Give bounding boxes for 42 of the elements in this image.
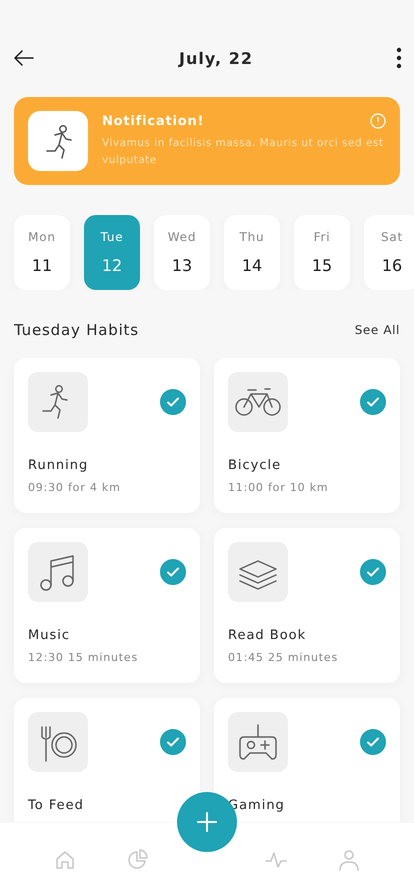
habit-name: Running [28,458,90,473]
check-circle[interactable] [160,729,186,755]
pie-chart-icon [126,848,150,872]
more-icon [396,47,402,69]
check-circle[interactable] [160,559,186,585]
habit-card[interactable]: Bicycle 11:00 for 10 km [214,358,400,513]
habit-card[interactable]: Music 12:30 15 minutes [14,528,200,683]
habit-detail: 09:30 for 4 km [28,481,122,494]
checkmark-icon [366,735,380,749]
habit-detail: 12:30 15 minutes [28,651,140,664]
habit-card[interactable]: Running 09:30 for 4 km [14,358,200,513]
check-circle[interactable] [360,559,386,585]
more-button[interactable] [396,47,402,69]
notification-title: Notification! [102,114,204,128]
habit-name: To Feed [28,798,85,813]
checkmark-icon [166,565,180,579]
alert-icon [370,113,386,129]
checkmark-icon [366,395,380,409]
day-chip[interactable]: Sat 16 [364,215,414,290]
check-circle[interactable] [360,389,386,415]
habit-name: Bicycle [228,458,282,473]
notification-message: Vivamus in facilisis massa. Mauris ut orci sed est vulputate [102,136,385,168]
habit-card[interactable]: Read Book 01:45 25 minutes [214,528,400,683]
day-chip[interactable]: Thu 14 [224,215,280,290]
habit-name: Read Book [228,628,308,643]
habit-detail: 11:00 for 10 km [228,481,330,494]
day-chip[interactable]: Mon 11 [14,215,70,290]
habit-card[interactable]: To Feed [14,698,200,822]
checkmark-icon [166,395,180,409]
habit-detail: 01:45 25 minutes [228,651,340,664]
habit-name: Music [28,628,71,643]
check-circle[interactable] [160,389,186,415]
see-all-link[interactable]: See All [354,323,400,337]
day-chip[interactable]: Wed 13 [154,215,210,290]
plus-icon [196,811,218,833]
page-title: July, 22 [179,48,253,68]
check-circle[interactable] [360,729,386,755]
person-icon [337,848,362,872]
day-chip[interactable]: Fri 15 [294,215,350,290]
checkmark-icon [166,735,180,749]
checkmark-icon [366,565,380,579]
section-title: Tuesday Habits [14,321,139,339]
